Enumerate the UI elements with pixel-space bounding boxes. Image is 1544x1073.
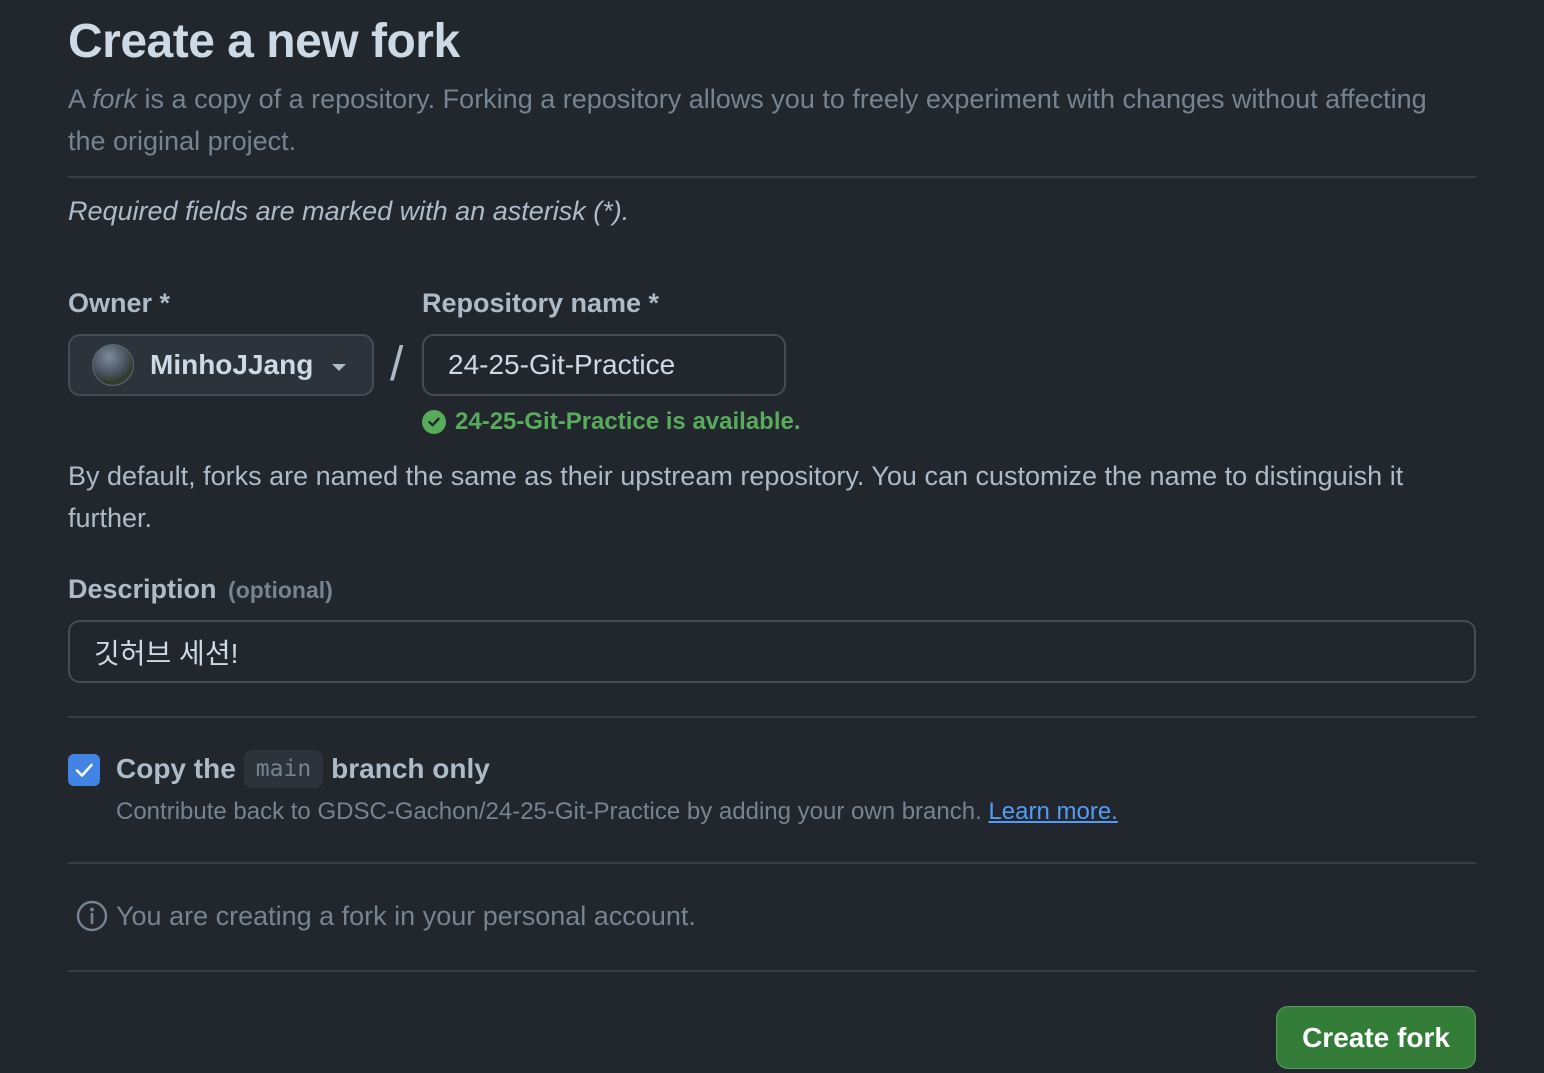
check-circle-icon	[422, 410, 446, 434]
learn-more-link[interactable]: Learn more.	[988, 798, 1117, 825]
avatar	[92, 344, 134, 386]
owner-name: MinhoJJang	[150, 349, 314, 380]
info-icon	[76, 900, 108, 932]
section-divider	[68, 716, 1476, 718]
section-divider	[68, 862, 1476, 864]
description-label: Description (optional)	[68, 574, 333, 605]
chevron-down-icon	[332, 364, 346, 371]
availability-text: 24-25-Git-Practice is available.	[455, 408, 801, 435]
page-title: Create a new fork	[68, 15, 460, 68]
description-input[interactable]	[68, 620, 1476, 683]
section-divider	[68, 970, 1476, 972]
repository-name-input[interactable]	[422, 334, 786, 396]
page-subtitle: A fork is a copy of a repository. Forkin…	[68, 78, 1468, 162]
fork-page: Create a new fork A fork is a copy of a …	[0, 0, 1544, 1073]
description-label-text: Description	[68, 574, 217, 604]
header-divider	[68, 176, 1476, 178]
copy-branch-description-text: Contribute back to GDSC-Gachon/24-25-Git…	[116, 798, 982, 825]
subtitle-rest: is a copy of a repository. Forking a rep…	[68, 84, 1427, 156]
personal-account-info: You are creating a fork in your personal…	[76, 900, 696, 932]
optional-tag: (optional)	[228, 577, 333, 603]
checkmark-icon	[75, 763, 93, 777]
branch-name-chip: main	[243, 750, 324, 788]
owner-label: Owner *	[68, 288, 171, 318]
repository-name-label: Repository name *	[422, 288, 660, 318]
copy-main-branch-checkbox[interactable]	[68, 754, 100, 786]
availability-status: 24-25-Git-Practice is available.	[422, 408, 801, 436]
copy-branch-description: Contribute back to GDSC-Gachon/24-25-Git…	[116, 798, 1118, 826]
copy-branch-label[interactable]: Copy the main branch only	[116, 750, 490, 788]
copy-branch-label-after: branch only	[331, 753, 490, 784]
create-fork-button[interactable]: Create fork	[1276, 1006, 1476, 1069]
info-text: You are creating a fork in your personal…	[116, 900, 696, 931]
owner-select[interactable]: MinhoJJang	[68, 334, 374, 396]
subtitle-emphasis: fork	[92, 84, 138, 114]
copy-branch-label-before: Copy the	[116, 753, 236, 784]
owner-repo-separator: /	[390, 338, 404, 391]
naming-help-text: By default, forks are named the same as …	[68, 461, 1404, 533]
required-fields-note: Required fields are marked with an aster…	[68, 196, 630, 226]
subtitle-prefix: A	[68, 84, 93, 114]
